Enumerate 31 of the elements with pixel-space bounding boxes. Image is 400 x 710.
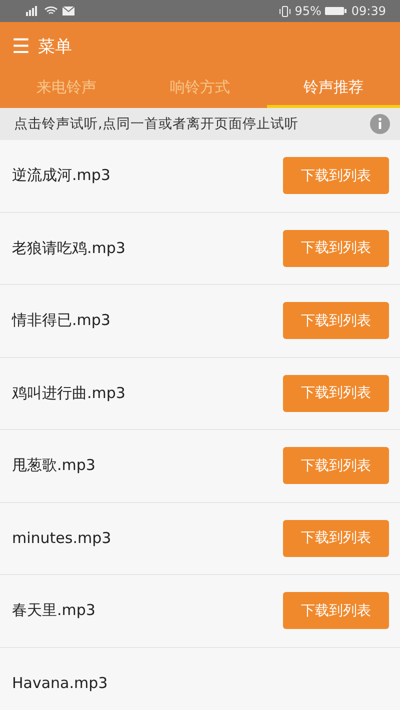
info-icon[interactable]: [370, 114, 390, 134]
download-button[interactable]: 下载到列表: [283, 157, 389, 194]
signal-icon: [24, 6, 40, 16]
ringtone-name: minutes.mp3: [12, 529, 112, 548]
download-button[interactable]: 下载到列表: [283, 302, 389, 340]
ringtone-name: 甩葱歌.mp3: [12, 456, 96, 476]
ringtone-name: Havana.mp3: [12, 674, 108, 692]
ringtone-row[interactable]: 老狼请吃鸡.mp3 下载到列表: [0, 212, 400, 285]
ringtone-row[interactable]: 鸡叫进行曲.mp3 下载到列表: [0, 358, 400, 430]
ringtone-name: 春天里.mp3: [12, 601, 96, 620]
clock-time: 09:39: [351, 4, 386, 18]
ringtone-name: 逆流成河.mp3: [12, 166, 110, 186]
wifi-icon: [44, 6, 58, 16]
notice-text: 点击铃声试听,点同一首或者离开页面停止试听: [14, 115, 298, 133]
tab[interactable]: 来电铃声: [0, 70, 134, 108]
download-button[interactable]: 下载到列表: [283, 520, 389, 557]
ringtone-row[interactable]: minutes.mp3 下载到列表: [0, 502, 400, 575]
download-button[interactable]: 下载到列表: [283, 374, 389, 412]
ringtone-name: 情非得已.mp3: [12, 311, 110, 330]
menu-icon[interactable]: ☰: [12, 36, 30, 56]
download-button[interactable]: 下载到列表: [283, 230, 389, 267]
app-title: 菜单: [38, 36, 72, 58]
vibrate-icon: [278, 6, 291, 16]
ringtone-name: 鸡叫进行曲.mp3: [12, 384, 126, 403]
mail-icon: [62, 6, 75, 16]
battery-percent: 95%: [294, 4, 322, 18]
download-button[interactable]: 下载到列表: [283, 447, 389, 484]
ringtone-name: 老狼请吃鸡.mp3: [12, 238, 126, 258]
tab[interactable]: 响铃方式: [133, 70, 267, 108]
battery-icon: [325, 6, 348, 16]
download-button[interactable]: 下载到列表: [283, 592, 389, 630]
